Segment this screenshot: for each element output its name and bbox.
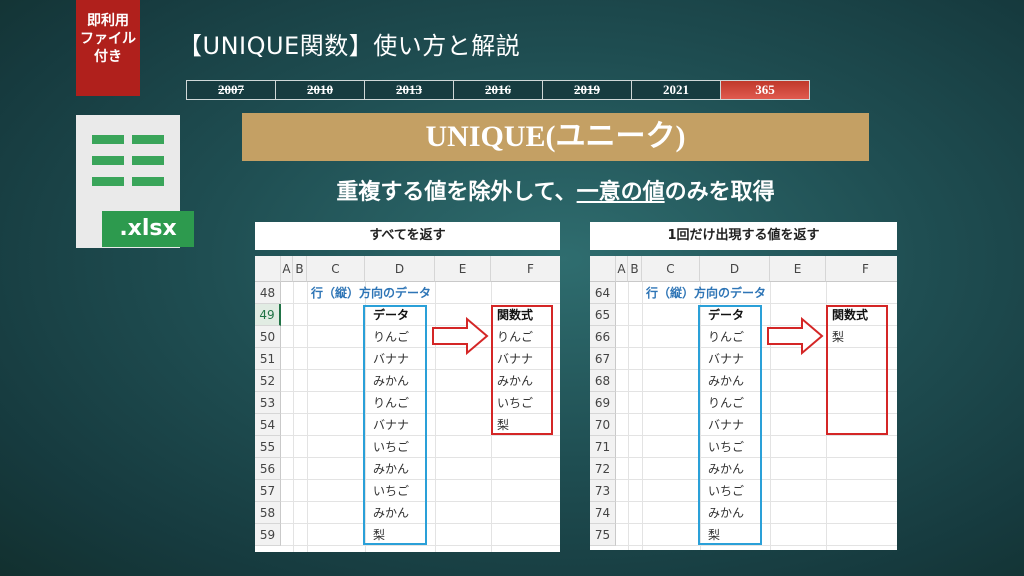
row-number: 70	[590, 414, 616, 436]
right-arrow-icon	[432, 316, 489, 356]
arrow-shape	[432, 316, 489, 356]
column-header: A	[281, 256, 293, 282]
row-number: 49	[255, 304, 281, 326]
panel-caption-right: 1回だけ出現する値を返す	[590, 222, 897, 250]
row-number: 59	[255, 524, 281, 546]
row-number: 73	[590, 480, 616, 502]
column-header: D	[365, 256, 435, 282]
row-number: 66	[590, 326, 616, 348]
column-header: E	[435, 256, 491, 282]
badge-line: 即利用	[87, 13, 129, 29]
arrow-shape	[767, 316, 824, 356]
badge-line: ファイル	[80, 31, 136, 47]
row-number: 72	[590, 458, 616, 480]
column-header: E	[770, 256, 826, 282]
source-range-highlight	[363, 305, 427, 545]
column-header: F	[491, 256, 560, 282]
grid-bar	[92, 177, 124, 186]
grid-bar	[132, 135, 164, 144]
grid-bar	[92, 156, 124, 165]
subtitle-after: のみを取得	[664, 180, 775, 205]
column-header: B	[628, 256, 642, 282]
row-number: 51	[255, 348, 281, 370]
row-number: 64	[590, 282, 616, 304]
version-2016: 2016	[454, 81, 543, 99]
row-number: 58	[255, 502, 281, 524]
badge-line: 付き	[94, 49, 122, 65]
column-header: D	[700, 256, 770, 282]
row-number: 74	[590, 502, 616, 524]
version-bar: 2007 2010 2013 2016 2019 2021 365	[186, 80, 810, 100]
column-header: B	[293, 256, 307, 282]
section-title: 行（縦）方向のデータ	[646, 286, 767, 300]
result-range-highlight	[491, 305, 553, 435]
subtitle-underlined: 一意の値	[576, 180, 665, 205]
row-number: 48	[255, 282, 281, 304]
row-number: 69	[590, 392, 616, 414]
version-2021: 2021	[632, 81, 721, 99]
result-range-highlight	[826, 305, 888, 435]
version-2007: 2007	[187, 81, 276, 99]
file-extension-label: .xlsx	[102, 211, 194, 247]
right-arrow-icon	[767, 316, 824, 356]
ready-file-badge: 即利用 ファイル 付き	[76, 0, 140, 96]
row-number: 75	[590, 524, 616, 546]
column-header: C	[642, 256, 700, 282]
row-number: 54	[255, 414, 281, 436]
source-range-highlight	[698, 305, 762, 545]
corner-cell	[255, 256, 281, 282]
row-number: 53	[255, 392, 281, 414]
version-2019: 2019	[543, 81, 632, 99]
column-header: A	[616, 256, 628, 282]
row-number: 52	[255, 370, 281, 392]
row-number: 55	[255, 436, 281, 458]
function-banner: UNIQUE(ユニーク)	[242, 113, 869, 161]
version-2013: 2013	[365, 81, 454, 99]
spreadsheet-left: A B C D E F 48 49 50 51 52 53 54 55 56 57 58 59 行（縦）方向のデータ…	[255, 256, 560, 552]
version-2010: 2010	[276, 81, 365, 99]
row-number: 57	[255, 480, 281, 502]
version-365: 365	[721, 81, 809, 99]
spreadsheet-right: A B C D E F 64 65 66 67 68 69 70 71 72 73 74 75 行（縦）方向のデータ…	[590, 256, 897, 550]
column-header: F	[826, 256, 897, 282]
row-number: 68	[590, 370, 616, 392]
page-title: 【UNIQUE関数】使い方と解説	[178, 32, 521, 60]
grid-bar	[92, 135, 124, 144]
excel-file-icon: .xlsx	[76, 115, 194, 248]
subtitle: 重複する値を除外して、一意の値のみを取得	[242, 174, 869, 206]
row-number: 50	[255, 326, 281, 348]
grid-bar	[132, 156, 164, 165]
row-number: 65	[590, 304, 616, 326]
grid-bar	[132, 177, 164, 186]
section-title: 行（縦）方向のデータ	[311, 286, 432, 300]
row-number: 71	[590, 436, 616, 458]
row-number: 67	[590, 348, 616, 370]
column-header: C	[307, 256, 365, 282]
row-number: 56	[255, 458, 281, 480]
corner-cell	[590, 256, 616, 282]
panel-caption-left: すべてを返す	[255, 222, 560, 250]
subtitle-before: 重複する値を除外して、	[336, 180, 577, 205]
